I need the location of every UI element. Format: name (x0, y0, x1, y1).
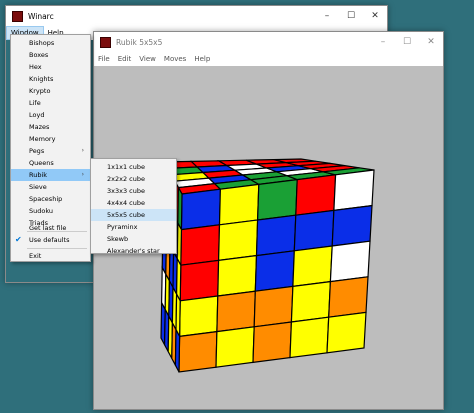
close-button[interactable]: ✕ (363, 6, 387, 26)
menu-file[interactable]: File (94, 52, 114, 66)
front-face-sticker[interactable] (253, 285, 294, 328)
menu-item-rubik[interactable]: Rubik › (11, 169, 90, 181)
submenu-item-4x4x4[interactable]: 4x4x4 cube (91, 197, 176, 209)
menu-item-spaceship[interactable]: Spaceship (11, 193, 90, 205)
chevron-right-icon: › (81, 147, 84, 154)
menu-item-pegs-label: Pegs (29, 147, 45, 155)
menu-item-krypto[interactable]: Krypto (11, 85, 90, 97)
front-face-sticker[interactable] (218, 183, 260, 226)
front-face-sticker[interactable] (295, 174, 337, 216)
front-face-sticker[interactable] (329, 240, 371, 283)
front-face-sticker[interactable] (289, 316, 330, 359)
submenu-item-1x1x1[interactable]: 1x1x1 cube (91, 161, 176, 173)
front-face-sticker[interactable] (333, 169, 375, 212)
submenu-item-pyraminx[interactable]: Pyraminx (91, 221, 176, 233)
submenu-item-alexanders-star[interactable]: Alexander's star (91, 245, 176, 257)
menu-item-use-defaults-label: Use defaults (29, 236, 70, 244)
front-face-sticker[interactable] (252, 321, 293, 364)
menu-item-queens[interactable]: Queens (11, 157, 90, 169)
minimize-button[interactable]: – (315, 6, 339, 26)
front-face-sticker[interactable] (180, 224, 221, 266)
menu-item-pegs[interactable]: Pegs › (11, 145, 90, 157)
menu-edit[interactable]: Edit (114, 52, 136, 66)
menu-item-knights[interactable]: Knights (11, 73, 90, 85)
menu-item-sieve[interactable]: Sieve (11, 181, 90, 193)
rubik-close-button[interactable]: ✕ (419, 32, 443, 52)
menu-item-hex[interactable]: Hex (11, 61, 90, 73)
rubik-submenu: 1x1x1 cube 2x2x2 cube 3x3x3 cube 4x4x4 c… (90, 158, 177, 257)
maximize-button[interactable]: ☐ (339, 6, 363, 26)
menu-item-exit[interactable]: Exit (11, 250, 90, 262)
window-title: Winarc (28, 11, 54, 21)
front-face-sticker[interactable] (255, 214, 297, 257)
submenu-item-2x2x2[interactable]: 2x2x2 cube (91, 173, 176, 185)
submenu-item-5x5x5[interactable]: 5x5x5 cube (91, 209, 176, 221)
menu-item-life[interactable]: Life (11, 97, 90, 109)
front-face-sticker[interactable] (292, 245, 333, 288)
front-face-sticker[interactable] (256, 178, 298, 221)
app-icon (12, 10, 23, 22)
menu-item-get-last-file[interactable]: Get last file (11, 222, 90, 234)
front-face-sticker[interactable] (217, 219, 259, 262)
left-face-sticker[interactable] (174, 327, 181, 373)
menu-item-mazes[interactable]: Mazes (11, 121, 90, 133)
submenu-item-3x3x3[interactable]: 3x3x3 cube (91, 185, 176, 197)
menu-separator (27, 248, 87, 249)
menu-item-sudoku[interactable]: Sudoku (11, 205, 90, 217)
menu-moves[interactable]: Moves (160, 52, 190, 66)
menu-item-use-defaults[interactable]: ✔ Use defaults (11, 234, 90, 246)
rubik-maximize-button[interactable]: ☐ (395, 32, 419, 52)
submenu-item-skewb[interactable]: Skewb (91, 233, 176, 245)
title-bar[interactable]: Winarc – ☐ ✕ (6, 6, 387, 26)
menu-item-memory[interactable]: Memory (11, 133, 90, 145)
menu-help-rubik[interactable]: Help (190, 52, 214, 66)
front-face-sticker[interactable] (254, 250, 295, 292)
front-face-sticker[interactable] (178, 330, 218, 373)
front-face-sticker[interactable] (293, 209, 335, 252)
menu-view[interactable]: View (135, 52, 160, 66)
menu-item-rubik-label: Rubik (29, 171, 48, 179)
front-face-sticker[interactable] (215, 326, 255, 368)
menu-item-boxes[interactable]: Boxes (11, 49, 90, 61)
check-icon: ✔ (15, 235, 22, 244)
rubik-menu-bar: File Edit View Moves Help (94, 52, 443, 66)
front-face-sticker[interactable] (217, 254, 258, 297)
rubik-minimize-button[interactable]: – (371, 32, 395, 52)
front-face-sticker[interactable] (328, 276, 369, 318)
menu-item-bishops[interactable]: Bishops (11, 37, 90, 49)
chevron-right-icon: › (81, 171, 84, 178)
front-face-sticker[interactable] (290, 280, 332, 323)
menu-item-loyd[interactable]: Loyd (11, 109, 90, 121)
front-face-sticker[interactable] (326, 311, 367, 354)
front-face-sticker[interactable] (180, 188, 222, 231)
rubik-window-title: Rubik 5x5x5 (116, 37, 163, 47)
front-face-sticker[interactable] (178, 295, 219, 338)
front-face-sticker[interactable] (331, 204, 373, 247)
rubik-app-icon (100, 36, 111, 48)
rubik-title-bar[interactable]: Rubik 5x5x5 – ☐ ✕ (94, 32, 443, 52)
front-face-sticker[interactable] (216, 290, 256, 333)
front-face-sticker[interactable] (179, 259, 220, 302)
